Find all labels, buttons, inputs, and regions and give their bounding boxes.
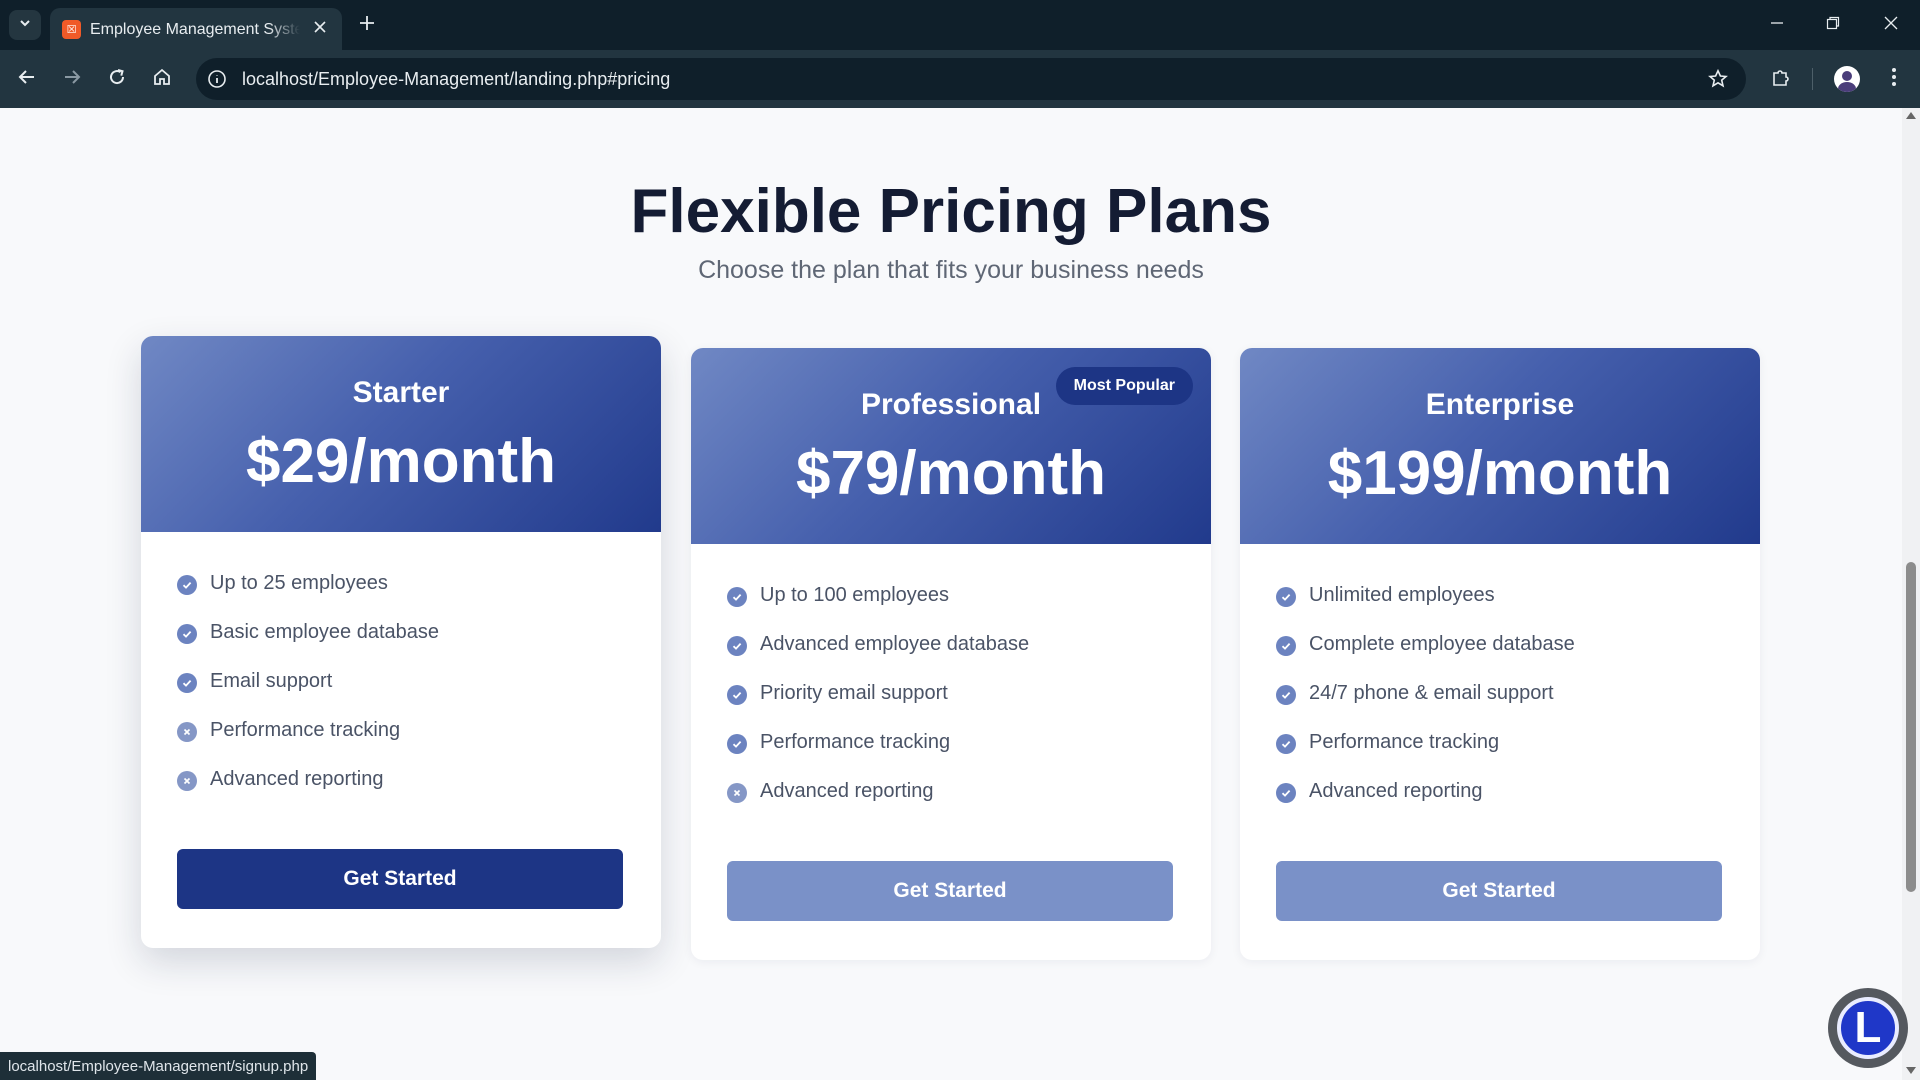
page-scrollbar[interactable] <box>1902 108 1920 1080</box>
check-circle-icon <box>177 624 197 644</box>
tab-title: Employee Management System <box>90 21 300 38</box>
browser-menu-button[interactable] <box>1877 62 1911 96</box>
pricing-subtitle: Choose the plan that fits your business … <box>698 256 1204 284</box>
url-text[interactable]: localhost/Employee-Management/landing.ph… <box>242 69 670 90</box>
feature-text: 24/7 phone & email support <box>1309 682 1554 704</box>
check-circle-icon <box>1276 685 1296 705</box>
floating-launcher-button[interactable]: L <box>1828 988 1908 1068</box>
plan-name: Enterprise <box>1425 388 1575 421</box>
site-info-icon[interactable] <box>206 68 228 90</box>
restore-button[interactable] <box>1808 8 1858 42</box>
plan-card-enterprise: Enterprise $199/month Unlimited employee… <box>1240 348 1760 960</box>
browser-tab-strip: ☒ Employee Management System <box>0 0 1920 50</box>
chevron-down-icon <box>18 16 32 35</box>
scroll-up-arrow-icon[interactable] <box>1906 112 1916 119</box>
check-circle-icon <box>1276 734 1296 754</box>
check-circle-icon <box>727 734 747 754</box>
close-icon <box>314 20 326 38</box>
plan-header: Most Popular Professional $79/month <box>691 348 1211 544</box>
feature-text: Email support <box>210 670 333 692</box>
launcher-logo: L <box>1837 997 1899 1059</box>
reload-icon <box>108 68 126 91</box>
profile-button[interactable] <box>1830 62 1864 96</box>
puzzle-icon <box>1771 67 1791 92</box>
home-button[interactable] <box>145 62 179 96</box>
feature-text: Performance tracking <box>1309 731 1500 753</box>
feature-text: Advanced reporting <box>1309 780 1483 802</box>
minimize-icon <box>1770 16 1784 35</box>
plan-name: Professional <box>860 388 1042 421</box>
check-circle-icon <box>1276 587 1296 607</box>
reload-button[interactable] <box>100 62 134 96</box>
plan-card-professional: Most Popular Professional $79/month Up t… <box>691 348 1211 960</box>
browser-toolbar: localhost/Employee-Management/landing.ph… <box>0 50 1920 108</box>
check-circle-icon <box>177 575 197 595</box>
page-viewport: Flexible Pricing Plans Choose the plan t… <box>0 108 1902 1056</box>
extensions-button[interactable] <box>1764 62 1798 96</box>
plan-price: $79/month <box>795 439 1107 508</box>
feature-text: Complete employee database <box>1309 633 1575 655</box>
x-circle-icon <box>727 783 747 803</box>
link-status-bar: localhost/Employee-Management/signup.php <box>0 1052 317 1080</box>
close-window-button[interactable] <box>1866 8 1916 42</box>
address-bar[interactable]: localhost/Employee-Management/landing.ph… <box>196 58 1746 100</box>
feature-text: Priority email support <box>760 682 948 704</box>
check-circle-icon <box>727 587 747 607</box>
more-vertical-icon <box>1891 67 1897 92</box>
close-icon <box>1884 16 1898 35</box>
check-circle-icon <box>727 636 747 656</box>
minimize-button[interactable] <box>1752 8 1802 42</box>
x-circle-icon <box>177 771 197 791</box>
check-circle-icon <box>1276 783 1296 803</box>
scroll-down-arrow-icon[interactable] <box>1906 1067 1916 1074</box>
arrow-right-icon <box>63 68 81 91</box>
xampp-icon: ☒ <box>62 20 81 39</box>
check-circle-icon <box>1276 636 1296 656</box>
plan-name: Starter <box>352 376 450 409</box>
check-circle-icon <box>727 685 747 705</box>
feature-text: Performance tracking <box>210 719 401 741</box>
feature-text: Advanced reporting <box>760 780 934 802</box>
scrollbar-thumb[interactable] <box>1906 562 1916 892</box>
feature-text: Basic employee database <box>210 621 440 643</box>
plan-price: $29/month <box>245 427 557 496</box>
feature-text: Performance tracking <box>760 731 951 753</box>
back-button[interactable] <box>10 62 44 96</box>
feature-text: Up to 100 employees <box>760 584 950 606</box>
plan-price: $199/month <box>1327 439 1673 508</box>
close-tab-button[interactable] <box>310 19 330 39</box>
forward-button[interactable] <box>55 62 89 96</box>
new-tab-button[interactable] <box>354 12 380 38</box>
feature-text: Advanced employee database <box>760 633 1030 655</box>
get-started-button[interactable]: Get Started <box>727 861 1173 921</box>
x-circle-icon <box>177 722 197 742</box>
avatar <box>1834 66 1860 92</box>
feature-text: Unlimited employees <box>1309 584 1495 606</box>
bookmark-star-icon[interactable] <box>1706 67 1730 91</box>
restore-icon <box>1826 16 1840 35</box>
plan-card-starter: Starter $29/month Up to 25 employees Bas… <box>141 336 661 948</box>
feature-text: Advanced reporting <box>210 768 384 790</box>
browser-tab[interactable]: ☒ Employee Management System <box>50 8 342 50</box>
plan-header: Enterprise $199/month <box>1240 348 1760 544</box>
tab-search-button[interactable] <box>9 10 41 40</box>
plan-header: Starter $29/month <box>141 336 661 532</box>
home-icon <box>153 68 171 91</box>
plus-icon <box>359 15 375 36</box>
arrow-left-icon <box>18 68 36 91</box>
pricing-title: Flexible Pricing Plans <box>630 177 1272 246</box>
feature-text: Up to 25 employees <box>210 572 388 594</box>
toolbar-divider <box>1812 68 1813 90</box>
get-started-button[interactable]: Get Started <box>1276 861 1722 921</box>
get-started-button[interactable]: Get Started <box>177 849 623 909</box>
check-circle-icon <box>177 673 197 693</box>
